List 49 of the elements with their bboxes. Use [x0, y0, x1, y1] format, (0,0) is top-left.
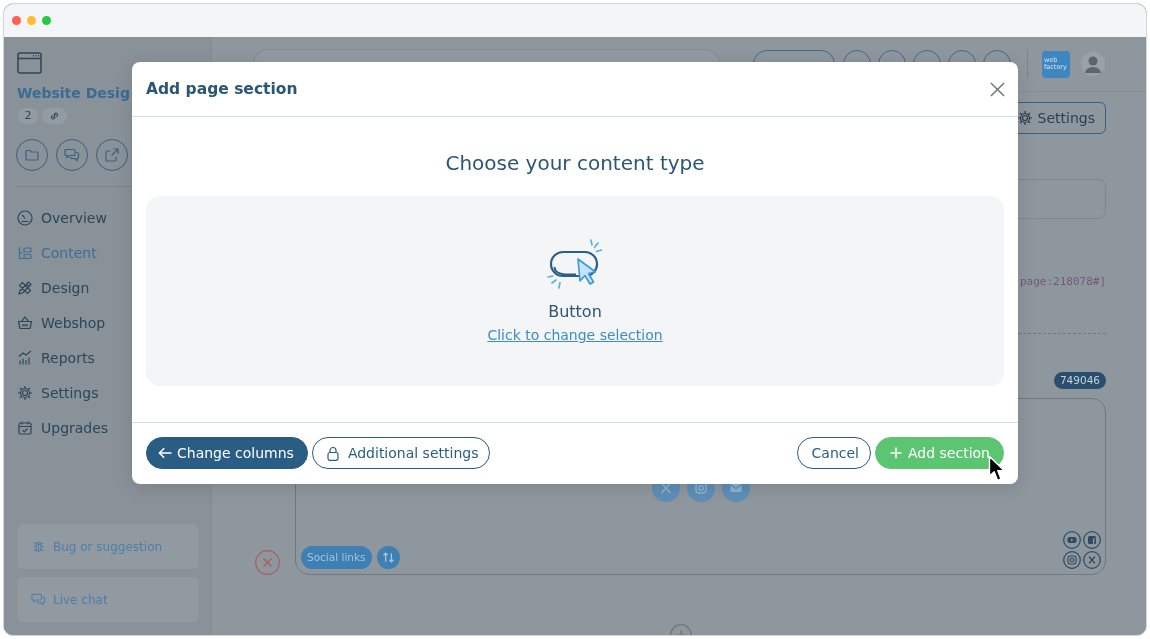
chat-bubbles-icon — [64, 147, 80, 163]
nav-item[interactable]: Upgrades — [17, 410, 109, 445]
settings-icon — [17, 384, 33, 401]
change-selection-link[interactable]: Click to change selection — [487, 326, 663, 344]
basket-icon — [17, 314, 33, 331]
nav-item[interactable]: Overview — [17, 200, 107, 235]
play-button-icon[interactable] — [1063, 531, 1081, 549]
link-icon[interactable] — [42, 108, 67, 124]
zoom-dot-icon[interactable] — [42, 16, 51, 25]
selection-label: Button — [548, 302, 602, 322]
x-letter-icon[interactable] — [1083, 551, 1101, 569]
dialog-title: Add page section — [146, 80, 298, 98]
pencil-ruler-icon — [17, 279, 33, 296]
nav-item[interactable]: Content — [17, 235, 97, 270]
code-snippet: page:218078#] — [1019, 274, 1106, 290]
gauge-icon — [17, 209, 33, 226]
bug-icon — [31, 539, 46, 554]
plus-icon — [890, 447, 902, 459]
close-icon[interactable] — [990, 81, 1005, 97]
lock-icon — [326, 445, 339, 461]
nav-item[interactable]: Reports — [17, 340, 95, 375]
swap-arrows-icon[interactable] — [376, 546, 400, 569]
cancel-button[interactable]: Cancel — [796, 437, 871, 469]
bar-chart-icon — [17, 349, 33, 366]
camera-icon[interactable] — [1063, 551, 1081, 569]
external-link-icon — [104, 147, 120, 163]
close-dot-icon[interactable] — [12, 16, 21, 25]
calendar-check-icon — [17, 419, 33, 436]
chat-bubbles-icon — [31, 592, 46, 607]
nav-item[interactable]: Settings — [17, 375, 99, 410]
section-tag[interactable]: Social links — [301, 546, 372, 569]
count-badge: 2 — [18, 108, 38, 124]
f-letter-icon[interactable] — [1083, 531, 1101, 549]
minimize-dot-icon[interactable] — [27, 16, 36, 25]
section-id-badge: 749046 — [1053, 372, 1106, 389]
dialog-heading: Choose your content type — [445, 151, 705, 175]
browser-window-icon — [17, 52, 42, 74]
add-button[interactable]: Add section — [875, 437, 1004, 469]
layout-tree-icon — [17, 244, 33, 261]
arrow-left-icon — [158, 447, 172, 459]
back-button[interactable]: Change columns — [146, 437, 308, 469]
circle-x-icon[interactable] — [255, 550, 280, 575]
options-button[interactable]: Additional settings — [311, 437, 491, 469]
nav-item[interactable]: Design — [17, 270, 90, 305]
avatar[interactable] — [1081, 52, 1105, 76]
settings-icon — [1016, 110, 1033, 126]
nav-item[interactable]: Webshop — [17, 305, 106, 340]
site-title: Website Desig — [17, 84, 130, 103]
folder-icon — [24, 147, 40, 163]
